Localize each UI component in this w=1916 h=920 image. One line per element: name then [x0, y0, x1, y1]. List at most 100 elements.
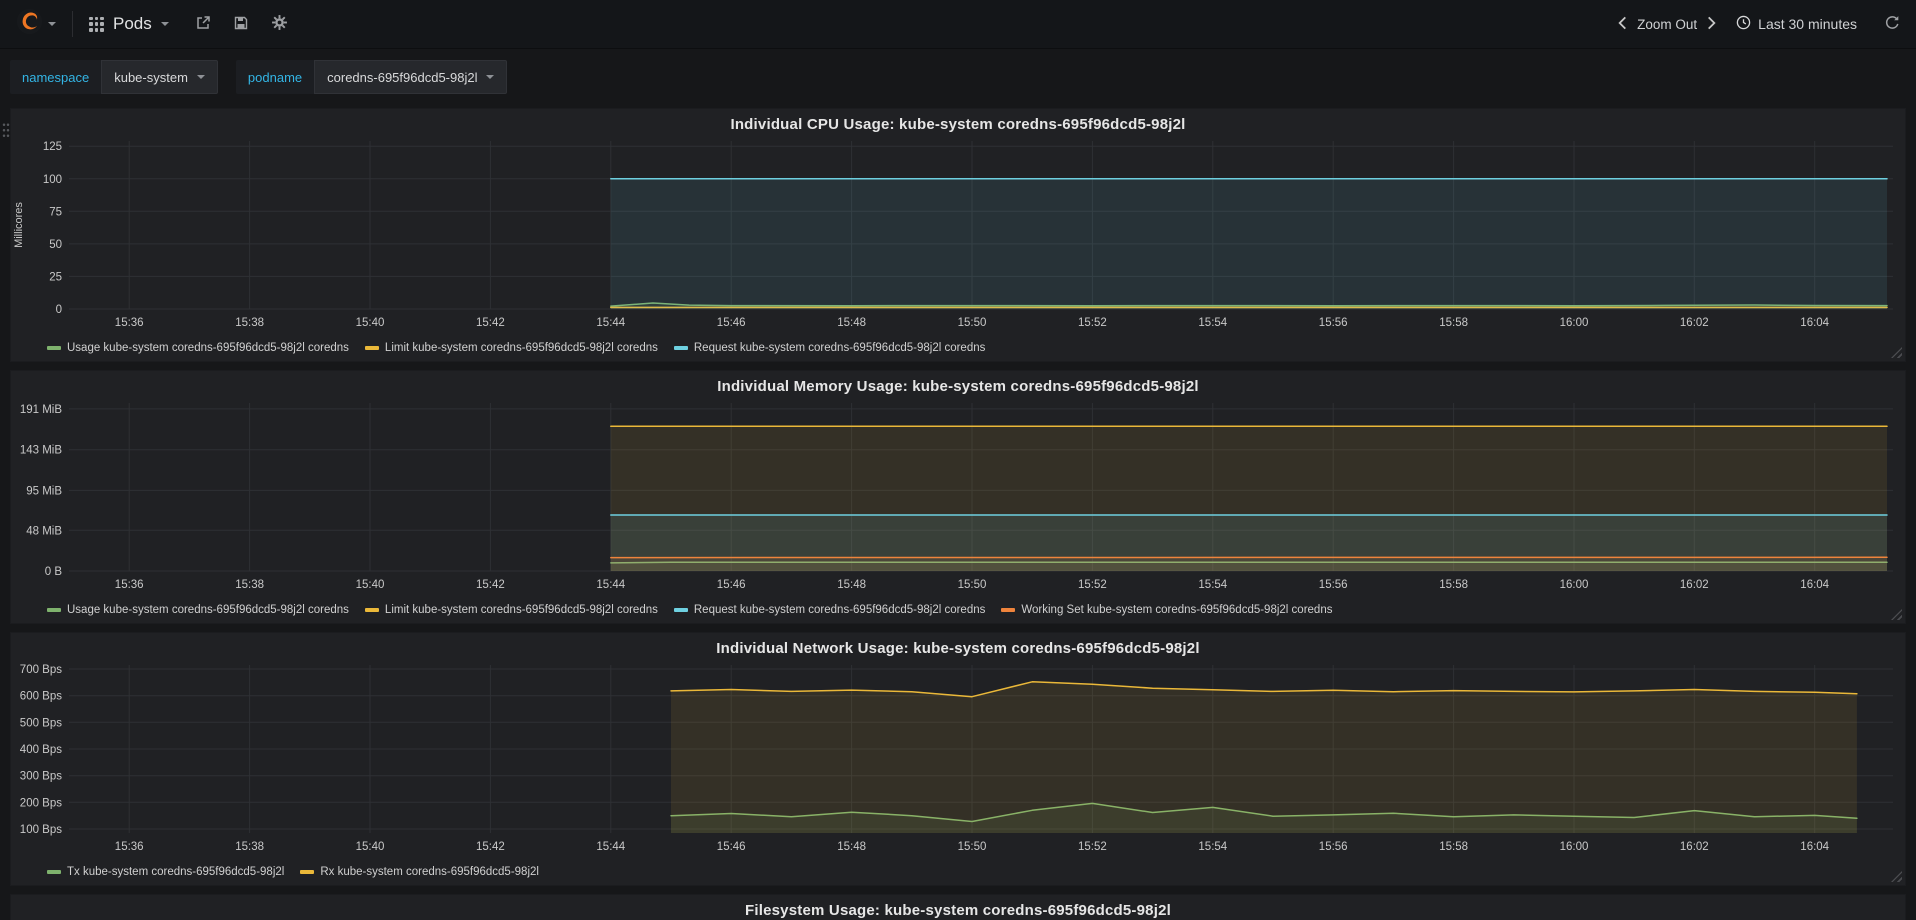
svg-text:16:02: 16:02 — [1680, 317, 1709, 329]
chevron-down-icon — [160, 22, 169, 26]
memory-usage-chart[interactable]: 15:36 15:38 15:40 15:42 15:44 15:46 15:48 15:50… — [11, 397, 1905, 595]
variable-podname: podname coredns-695f96dcd5-98j2l — [235, 60, 508, 94]
panel-title[interactable]: Individual CPU Usage: kube-system coredn… — [11, 109, 1905, 135]
svg-text:15:42: 15:42 — [476, 317, 505, 329]
legend-item[interactable]: Usage kube-system coredns-695f96dcd5-98j… — [47, 604, 349, 616]
svg-text:15:42: 15:42 — [476, 579, 505, 591]
settings-button[interactable] — [271, 14, 288, 34]
svg-text:15:48: 15:48 — [837, 841, 866, 853]
svg-text:16:04: 16:04 — [1800, 841, 1829, 853]
variable-select-namespace[interactable]: kube-system — [101, 60, 218, 94]
panel-title[interactable]: Individual Memory Usage: kube-system cor… — [11, 371, 1905, 397]
svg-text:15:36: 15:36 — [115, 317, 144, 329]
network-usage-chart[interactable]: 15:36 15:38 15:40 15:42 15:44 15:46 15:48 15:50… — [11, 659, 1905, 857]
svg-text:100 Bps: 100 Bps — [20, 824, 62, 836]
legend-item[interactable]: Usage kube-system coredns-695f96dcd5-98j… — [47, 342, 349, 354]
legend: Usage kube-system coredns-695f96dcd5-98j… — [11, 333, 1905, 363]
svg-text:15:36: 15:36 — [115, 579, 144, 591]
grafana-logo-button[interactable] — [16, 8, 56, 40]
template-variables-bar: namespace kube-system podname coredns-69… — [0, 49, 1916, 105]
svg-text:200 Bps: 200 Bps — [20, 797, 62, 809]
dashboard-picker[interactable]: Pods — [89, 14, 169, 34]
legend-series-color — [47, 870, 61, 874]
zoom-out-button[interactable]: Zoom Out — [1637, 17, 1697, 32]
time-range-label: Last 30 minutes — [1758, 16, 1857, 32]
chevron-right-icon — [1707, 16, 1716, 33]
legend-series-name: Working Set kube-system coredns-695f96dc… — [1021, 604, 1333, 616]
legend-item[interactable]: Limit kube-system coredns-695f96dcd5-98j… — [364, 342, 658, 354]
timepicker: Zoom Out Last 30 minutes — [1618, 15, 1900, 33]
svg-text:16:00: 16:00 — [1560, 579, 1589, 591]
svg-text:15:40: 15:40 — [356, 841, 385, 853]
svg-text:15:48: 15:48 — [837, 579, 866, 591]
panel-filesystem: Filesystem Usage: kube-system coredns-69… — [10, 894, 1906, 920]
legend-series-color — [364, 346, 379, 350]
svg-text:15:42: 15:42 — [476, 841, 505, 853]
svg-text:191 MiB: 191 MiB — [20, 404, 63, 416]
time-range-button[interactable]: Last 30 minutes — [1736, 15, 1857, 33]
svg-text:125: 125 — [43, 141, 62, 153]
legend-series-color — [673, 346, 688, 350]
navbar: Pods Zoom Out Last 30 minutes — [0, 0, 1916, 49]
svg-text:16:04: 16:04 — [1800, 579, 1829, 591]
share-button[interactable] — [195, 15, 211, 34]
svg-text:15:36: 15:36 — [115, 841, 144, 853]
panel-title[interactable]: Filesystem Usage: kube-system coredns-69… — [11, 895, 1905, 920]
variable-namespace: namespace kube-system — [10, 60, 218, 94]
svg-text:15:52: 15:52 — [1078, 579, 1107, 591]
legend-series-name: Usage kube-system coredns-695f96dcd5-98j… — [67, 342, 349, 354]
svg-text:15:52: 15:52 — [1078, 317, 1107, 329]
row-drag-handle-icon[interactable] — [2, 122, 10, 139]
variable-value-namespace: kube-system — [114, 69, 188, 85]
svg-text:15:50: 15:50 — [958, 317, 987, 329]
chevron-down-icon — [196, 75, 205, 79]
legend: Tx kube-system coredns-695f96dcd5-98j2l R… — [11, 857, 1905, 887]
legend: Usage kube-system coredns-695f96dcd5-98j… — [11, 595, 1905, 625]
legend-series-color — [47, 346, 61, 350]
save-icon — [233, 15, 249, 34]
panel-network: Individual Network Usage: kube-system co… — [10, 632, 1906, 886]
legend-series-color — [47, 608, 61, 612]
svg-text:16:00: 16:00 — [1560, 317, 1589, 329]
legend-item[interactable]: Rx kube-system coredns-695f96dcd5-98j2l — [300, 866, 539, 878]
panel-title[interactable]: Individual Network Usage: kube-system co… — [11, 633, 1905, 659]
svg-text:16:02: 16:02 — [1680, 841, 1709, 853]
svg-text:15:50: 15:50 — [958, 841, 987, 853]
svg-text:15:50: 15:50 — [958, 579, 987, 591]
legend-item[interactable]: Working Set kube-system coredns-695f96dc… — [1001, 604, 1332, 616]
dashboard: Individual CPU Usage: kube-system coredn… — [0, 105, 1916, 920]
share-icon — [195, 15, 211, 34]
svg-text:15:56: 15:56 — [1319, 841, 1348, 853]
svg-text:16:02: 16:02 — [1680, 579, 1709, 591]
legend-item[interactable]: Request kube-system coredns-695f96dcd5-9… — [673, 342, 986, 354]
legend-item[interactable]: Tx kube-system coredns-695f96dcd5-98j2l — [47, 866, 284, 878]
svg-text:75: 75 — [49, 206, 62, 218]
variable-select-podname[interactable]: coredns-695f96dcd5-98j2l — [314, 60, 508, 94]
save-button[interactable] — [233, 15, 249, 34]
svg-text:15:44: 15:44 — [596, 579, 625, 591]
time-forward-button[interactable] — [1707, 16, 1716, 33]
chevron-down-icon — [486, 75, 495, 79]
cpu-usage-chart[interactable]: 15:36 15:38 15:40 15:42 15:44 15:46 15:48 15:50… — [11, 135, 1905, 333]
refresh-button[interactable] — [1885, 15, 1900, 33]
svg-text:600 Bps: 600 Bps — [20, 691, 62, 703]
legend-item[interactable]: Request kube-system coredns-695f96dcd5-9… — [673, 604, 985, 616]
svg-text:143 MiB: 143 MiB — [20, 445, 63, 457]
legend-item[interactable]: Limit kube-system coredns-695f96dcd5-98j… — [364, 604, 658, 616]
variable-label-podname: podname — [235, 60, 315, 94]
time-back-button[interactable] — [1618, 16, 1627, 33]
svg-text:15:40: 15:40 — [356, 317, 385, 329]
refresh-icon — [1885, 15, 1900, 33]
svg-text:95 MiB: 95 MiB — [26, 485, 62, 497]
divider — [72, 11, 73, 37]
dashboards-grid-icon — [89, 16, 104, 32]
svg-text:15:52: 15:52 — [1078, 841, 1107, 853]
svg-text:15:58: 15:58 — [1439, 841, 1468, 853]
svg-text:15:46: 15:46 — [717, 317, 746, 329]
svg-text:25: 25 — [49, 271, 62, 283]
legend-series-name: Limit kube-system coredns-695f96dcd5-98j… — [384, 342, 658, 354]
svg-text:15:40: 15:40 — [356, 579, 385, 591]
panel-cpu: Individual CPU Usage: kube-system coredn… — [10, 108, 1906, 362]
svg-text:16:04: 16:04 — [1800, 317, 1829, 329]
legend-series-name: Request kube-system coredns-695f96dcd5-9… — [693, 342, 986, 354]
